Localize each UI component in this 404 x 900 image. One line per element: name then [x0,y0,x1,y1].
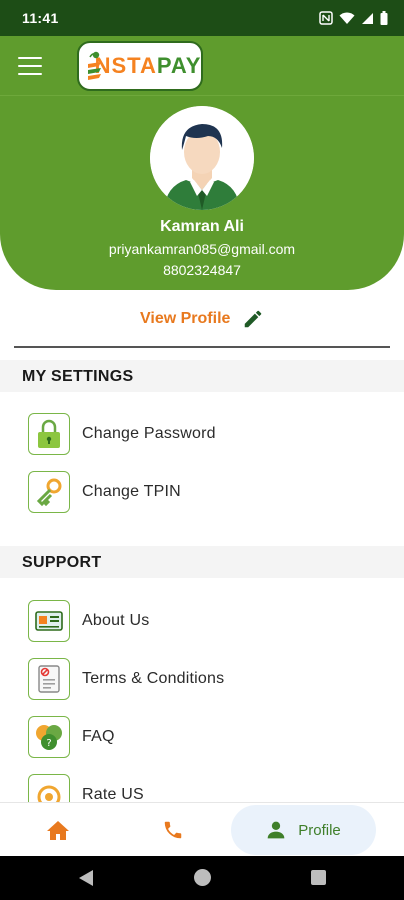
menu-icon-line [18,57,42,60]
user-name: Kamran Ali [160,218,244,235]
key-icon [28,471,70,513]
faq-label: FAQ [82,728,115,745]
system-home-button[interactable] [194,869,211,886]
about-us-item[interactable]: About Us [28,599,149,643]
change-password-item[interactable]: Change Password [28,412,216,456]
logo-text-green: PAY [156,53,202,78]
logo-text: NSTAPAY [95,53,202,79]
menu-icon-line [18,64,42,68]
svg-text:?: ? [46,738,51,749]
battery-icon [380,11,388,25]
view-profile-link[interactable]: View Profile [140,308,264,330]
faq-icon: ? [28,716,70,758]
wifi-icon [339,12,355,24]
system-back-button[interactable] [78,869,94,892]
status-time: 11:41 [22,10,59,26]
faq-item[interactable]: ? FAQ [28,715,115,759]
home-icon [47,821,69,840]
user-phone: 8802324847 [163,262,241,278]
person-icon [267,821,285,839]
change-tpin-item[interactable]: Change TPIN [28,470,181,514]
change-password-label: Change Password [82,425,216,442]
view-profile-label: View Profile [140,310,231,327]
nav-call-button[interactable] [162,819,184,846]
nfc-icon [319,11,333,25]
nav-profile-label: Profile [298,821,341,839]
about-us-label: About Us [82,612,150,629]
bottom-navigation: Profile [0,802,404,856]
about-icon [28,600,70,642]
edit-pencil-icon [245,310,262,328]
change-tpin-label: Change TPIN [82,483,181,500]
terms-conditions-label: Terms & Conditions [82,670,225,687]
phone-icon [164,821,182,839]
lock-icon [28,413,70,455]
user-email: priyankamran085@gmail.com [108,241,296,257]
avatar [150,106,254,210]
status-icons [319,11,388,25]
user-avatar-icon [150,106,254,210]
app-logo: NSTAPAY [77,41,203,91]
section-title-settings: MY SETTINGS [22,368,134,385]
system-navigation-bar [0,856,404,900]
section-title-support: SUPPORT [22,554,102,571]
nav-profile-tab[interactable]: Profile [231,805,376,855]
app-bar: NSTAPAY [0,36,404,96]
menu-icon-line [18,72,42,75]
system-recents-button[interactable] [311,870,326,885]
divider [14,346,390,348]
status-bar: 11:41 [0,0,404,36]
back-triangle-icon [79,870,93,886]
nav-home-button[interactable] [46,819,70,846]
menu-button[interactable] [16,54,44,78]
logo-mark-icon [88,51,101,80]
profile-header: NSTAPAY Kamran Ali priyankamran085@gmail… [0,36,404,290]
terms-conditions-item[interactable]: Terms & Conditions [28,657,224,701]
signal-icon [362,12,373,24]
terms-icon [28,658,70,700]
